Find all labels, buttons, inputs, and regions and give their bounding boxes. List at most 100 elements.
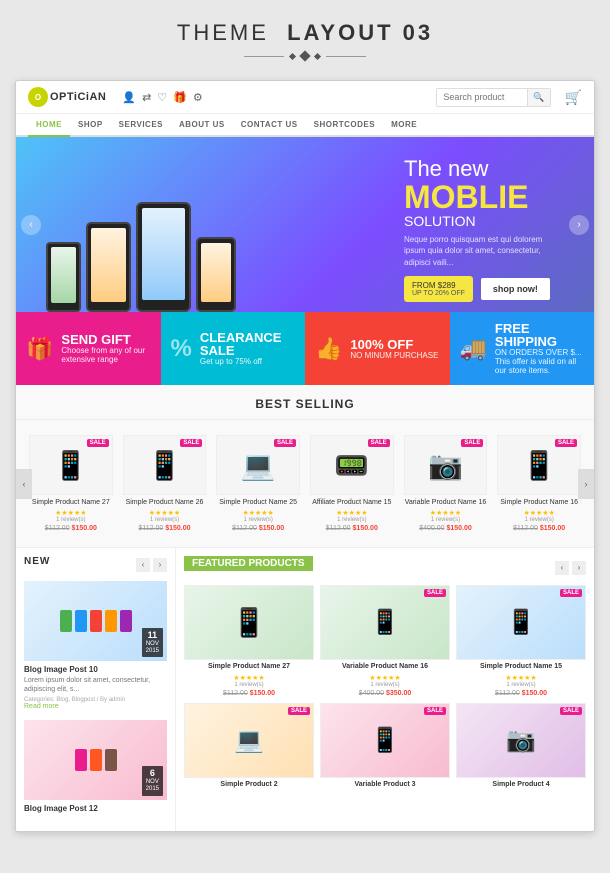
feat-sale-badge-4: SALE <box>288 707 310 715</box>
product-thumb-icon: 📷 <box>428 449 463 482</box>
product-thumb-icon: 📱 <box>53 449 88 482</box>
new-next-arrow[interactable]: › <box>153 558 167 572</box>
price-badge: FROM $289 UP TO 20% OFF <box>404 276 473 302</box>
feat-name-2: Variable Product Name 16 <box>320 663 450 671</box>
logo[interactable]: O OPTiCiAN <box>28 87 106 107</box>
product-thumb-icon: 📱 <box>522 449 557 482</box>
feat-img-3: 📱 SALE <box>456 585 586 660</box>
featured-next-arrow[interactable]: › <box>572 561 586 575</box>
product-name: Simple Product Name 25 <box>216 499 300 507</box>
product-name: Simple Product Name 26 <box>123 499 207 507</box>
products-next-arrow[interactable]: › <box>578 469 594 499</box>
from-label: FROM $289 <box>412 281 465 290</box>
nav-item-contact[interactable]: CONTACT US <box>233 114 306 135</box>
settings-icon[interactable]: ⚙ <box>193 91 203 104</box>
product-card: 📱 SALE Simple Product Name 16 ★★★★★ 1 re… <box>492 430 586 537</box>
feat-img-6: 📷 SALE <box>456 703 586 778</box>
price-old: $112.00 <box>513 525 538 532</box>
hero-line2: MOBLIE <box>404 181 564 213</box>
blog-img-1: 11 NOV 2015 <box>24 581 167 661</box>
product-name: Simple Product Name 27 <box>29 499 113 507</box>
promo-100off[interactable]: 👍 100% OFF NO MINUM PURCHASE <box>305 312 450 385</box>
new-prev-arrow[interactable]: ‹ <box>136 558 150 572</box>
nav-item-home[interactable]: HOME <box>28 114 70 137</box>
product-stars: ★★★★★ <box>310 509 394 517</box>
hero-next-arrow[interactable]: › <box>569 215 589 235</box>
product-reviews: 1 review(s) <box>29 517 113 523</box>
browser-frame: O OPTiCiAN 👤 ⇄ ♡ 🎁 ⚙ 🔍 🛒 HOME SHOP SERVI… <box>15 80 595 832</box>
product-img: 📷 SALE <box>404 435 488 495</box>
product-stars: ★★★★★ <box>123 509 207 517</box>
shop-now-button[interactable]: shop now! <box>481 278 550 300</box>
nav-item-shop[interactable]: SHOP <box>70 114 111 135</box>
hero-prev-arrow[interactable]: ‹ <box>21 215 41 235</box>
promo-100off-title: 100% OFF <box>350 338 438 351</box>
divider-ornament <box>0 52 610 60</box>
user-icon[interactable]: 👤 <box>122 91 136 104</box>
compare-icon[interactable]: ⇄ <box>142 91 151 104</box>
blog-date-1: 11 NOV 2015 <box>142 628 163 657</box>
divider-diamond-sm-left <box>289 52 296 59</box>
blog-date-2: 6 NOV 2015 <box>142 766 163 795</box>
nav-item-shortcodes[interactable]: SHORTCODES <box>306 114 383 135</box>
feat-price-1: $112.00 $150.00 <box>184 690 314 697</box>
promo-gift-sub: Choose from any of our extensive range <box>61 346 150 364</box>
feat-thumb-1: 📱 <box>232 606 267 639</box>
logo-icon: O <box>28 87 48 107</box>
feat-thumb-2: 📱 <box>370 608 400 637</box>
search-button[interactable]: 🔍 <box>527 89 549 106</box>
product-img: 📱 SALE <box>29 435 113 495</box>
feat-reviews-1: 1 review(s) <box>184 682 314 688</box>
site-header: O OPTiCiAN 👤 ⇄ ♡ 🎁 ⚙ 🔍 🛒 <box>16 81 594 114</box>
promo-send-gift[interactable]: 🎁 SEND GIFT Choose from any of our exten… <box>16 312 161 385</box>
promo-thumb-icon: 👍 <box>315 336 342 362</box>
search-area: 🔍 <box>436 88 550 107</box>
sale-badge: SALE <box>368 439 390 447</box>
nav-item-services[interactable]: SERVICES <box>111 114 171 135</box>
logo-text: OPTiCiAN <box>50 91 106 103</box>
phone-big <box>136 202 191 312</box>
cart-icon[interactable]: 🛒 <box>565 89 582 106</box>
heart-icon[interactable]: ♡ <box>157 91 167 104</box>
nav-item-more[interactable]: MORE <box>383 114 425 135</box>
blog-col: NEW ‹ › <box>16 548 176 830</box>
nav-item-about[interactable]: ABOUT US <box>171 114 233 135</box>
gift-icon[interactable]: 🎁 <box>173 91 187 104</box>
feat-thumb-4: 💻 <box>234 726 264 755</box>
product-reviews: 1 review(s) <box>310 517 394 523</box>
promo-gift-title: SEND GIFT <box>61 333 150 346</box>
price-old: $112.00 <box>45 525 70 532</box>
feat-thumb-3: 📱 <box>506 608 536 637</box>
featured-product-3: 📱 SALE Simple Product Name 15 ★★★★★ 1 re… <box>456 585 586 696</box>
featured-prev-arrow[interactable]: ‹ <box>555 561 569 575</box>
feat-img-5: 📱 SALE <box>320 703 450 778</box>
feat-name-1: Simple Product Name 27 <box>184 663 314 671</box>
product-thumb-icon: 💻 <box>241 449 276 482</box>
feat-name-5: Variable Product 3 <box>320 781 450 789</box>
blog-img-2: 6 NOV 2015 <box>24 720 167 800</box>
blog-post-2: 6 NOV 2015 Blog Image Post 12 <box>24 720 167 813</box>
featured-grid: 📱 Simple Product Name 27 ★★★★★ 1 review(… <box>184 585 586 789</box>
best-selling-products: ‹ 📱 SALE Simple Product Name 27 ★★★★★ 1 … <box>16 420 594 547</box>
promo-clearance[interactable]: % CLEARANCE SALE Get up to 75% off <box>161 312 306 385</box>
search-input[interactable] <box>437 89 527 105</box>
phone-medium2 <box>196 237 236 312</box>
hero-line1: The new <box>404 157 564 181</box>
site-nav: HOME SHOP SERVICES ABOUT US CONTACT US S… <box>16 114 594 137</box>
product-img: 💻 SALE <box>216 435 300 495</box>
page-title: THEME LAYOUT 03 <box>0 20 610 46</box>
blog-readmore-1[interactable]: Read more <box>24 703 167 710</box>
page-title-area: THEME LAYOUT 03 <box>0 0 610 80</box>
feat-name-4: Simple Product 2 <box>184 781 314 789</box>
products-prev-arrow[interactable]: ‹ <box>16 469 32 499</box>
feat-sale-badge-5: SALE <box>424 707 446 715</box>
promo-shipping[interactable]: 🚚 FREE SHIPPING ON ORDERS OVER $... This… <box>450 312 595 385</box>
header-icons: 👤 ⇄ ♡ 🎁 ⚙ <box>122 91 202 104</box>
featured-product-5: 📱 SALE Variable Product 3 <box>320 703 450 789</box>
blog-post-1: 11 NOV 2015 Blog Image Post 10 Lorem ips… <box>24 581 167 709</box>
feat-sale-badge-3: SALE <box>560 589 582 597</box>
blog-title-2: Blog Image Post 12 <box>24 804 167 813</box>
promo-clearance-sub: Get up to 75% off <box>200 357 295 366</box>
price-new: $150.00 <box>446 525 471 532</box>
price-new: $150.00 <box>259 525 284 532</box>
